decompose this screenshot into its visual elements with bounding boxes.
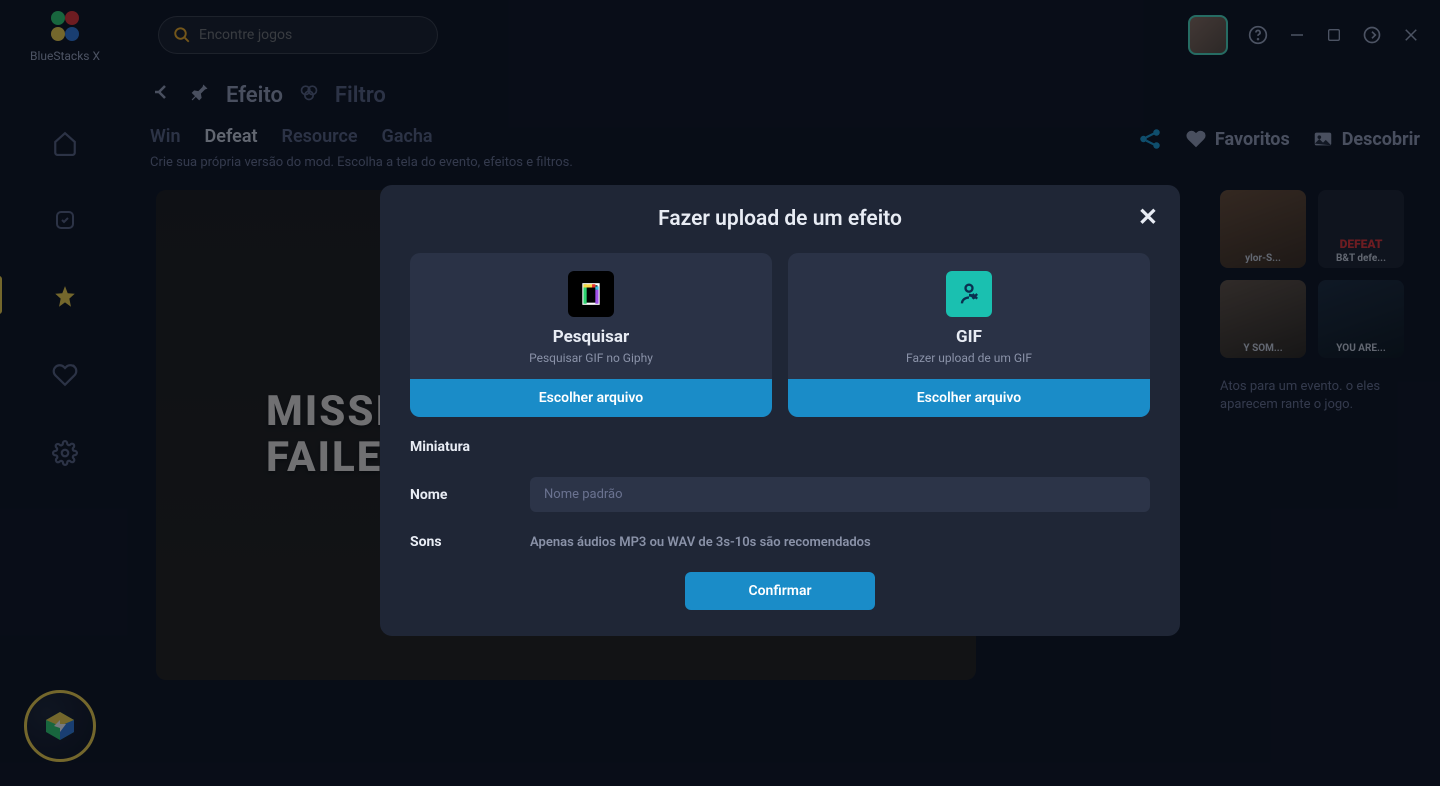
name-row: Nome [410, 477, 1150, 512]
choose-file-gif-button[interactable]: Escolher arquivo [788, 379, 1150, 417]
modal-close-button[interactable]: ✕ [1138, 203, 1158, 231]
upload-gif-sub: Fazer upload de um GIF [802, 351, 1136, 365]
thumbnail-row: Miniatura [410, 439, 1150, 455]
sounds-hint: Apenas áudios MP3 ou WAV de 3s-10s são r… [530, 535, 1150, 550]
sounds-label: Sons [410, 534, 530, 550]
gif-icon [946, 271, 992, 317]
upload-effect-modal: Fazer upload de um efeito ✕ Pesquisar Pe… [380, 185, 1180, 636]
upload-search-card: Pesquisar Pesquisar GIF no Giphy Escolhe… [410, 253, 772, 417]
upload-search-sub: Pesquisar GIF no Giphy [424, 351, 758, 365]
thumbnail-label: Miniatura [410, 439, 530, 455]
upload-gif-title: GIF [802, 327, 1136, 347]
upload-options: Pesquisar Pesquisar GIF no Giphy Escolhe… [410, 253, 1150, 417]
giphy-icon [568, 271, 614, 317]
name-label: Nome [410, 487, 530, 503]
choose-file-search-button[interactable]: Escolher arquivo [410, 379, 772, 417]
modal-title: Fazer upload de um efeito [410, 207, 1150, 231]
upload-search-title: Pesquisar [424, 327, 758, 347]
upload-gif-card: GIF Fazer upload de um GIF Escolher arqu… [788, 253, 1150, 417]
confirm-button[interactable]: Confirmar [685, 572, 875, 610]
name-input[interactable] [530, 477, 1150, 512]
modal-form: Miniatura Nome Sons Apenas áudios MP3 ou… [410, 439, 1150, 550]
sounds-row: Sons Apenas áudios MP3 ou WAV de 3s-10s … [410, 534, 1150, 550]
